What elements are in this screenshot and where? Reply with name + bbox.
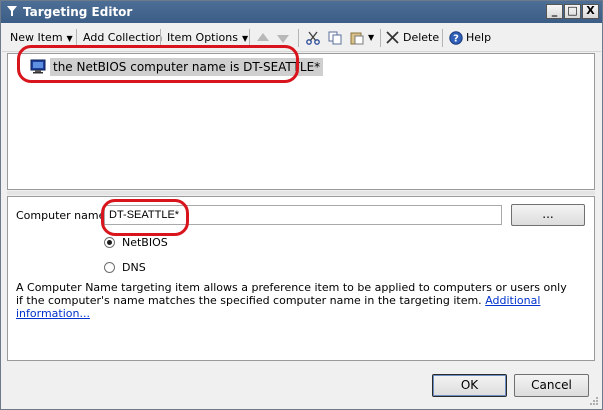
- netbios-label: NetBIOS: [122, 236, 168, 249]
- close-button[interactable]: X: [582, 4, 599, 19]
- browse-button[interactable]: ...: [511, 204, 585, 226]
- toolbar-separator: [442, 29, 443, 47]
- help-button[interactable]: ? Help: [449, 30, 491, 46]
- filter-icon: [7, 6, 17, 16]
- maximize-button[interactable]: □: [564, 4, 581, 19]
- new-item-label: New Item: [10, 31, 63, 44]
- ok-button[interactable]: OK: [432, 374, 507, 397]
- copy-icon[interactable]: [327, 31, 343, 45]
- help-label: Help: [466, 31, 492, 44]
- properties-pane: Computer name ... NetBIOS DNS A Computer…: [7, 196, 595, 361]
- item-options-button[interactable]: Item Options ▼: [167, 30, 248, 46]
- title-bar[interactable]: Targeting Editor _ □ X: [1, 1, 602, 23]
- radio-button[interactable]: [104, 262, 115, 273]
- toolbar-separator: [298, 29, 299, 47]
- highlight-annotation: [17, 45, 299, 83]
- paste-icon[interactable]: [349, 31, 365, 45]
- radio-button[interactable]: [104, 237, 115, 248]
- computer-name-label: Computer name: [16, 209, 106, 222]
- pane-splitter[interactable]: [7, 191, 595, 195]
- toolbar-separator: [380, 29, 381, 47]
- add-collection-button[interactable]: Add Collection: [83, 30, 162, 46]
- help-icon: ?: [449, 31, 463, 45]
- cancel-button[interactable]: Cancel: [514, 374, 589, 397]
- targeting-editor-window: Targeting Editor _ □ X New Item ▼ Add Col…: [0, 0, 603, 410]
- delete-label: Delete: [403, 31, 440, 44]
- chevron-down-icon[interactable]: ▼: [368, 30, 374, 46]
- resize-grip-icon[interactable]: [589, 396, 599, 406]
- description-text: A Computer Name targeting item allows a …: [16, 281, 576, 320]
- item-options-label: Item Options: [167, 31, 238, 44]
- delete-x-icon: [386, 31, 399, 44]
- add-collection-label: Add Collection: [83, 31, 163, 44]
- new-item-button[interactable]: New Item ▼: [10, 30, 73, 46]
- highlight-annotation: [101, 199, 189, 236]
- move-up-icon[interactable]: [255, 31, 271, 45]
- move-down-icon[interactable]: [275, 31, 291, 45]
- svg-text:?: ?: [453, 34, 459, 45]
- minimize-button[interactable]: _: [546, 4, 563, 19]
- cut-icon[interactable]: [305, 31, 321, 45]
- dns-label: DNS: [122, 261, 146, 274]
- delete-button[interactable]: Delete: [386, 30, 439, 46]
- window-title: Targeting Editor: [23, 5, 133, 19]
